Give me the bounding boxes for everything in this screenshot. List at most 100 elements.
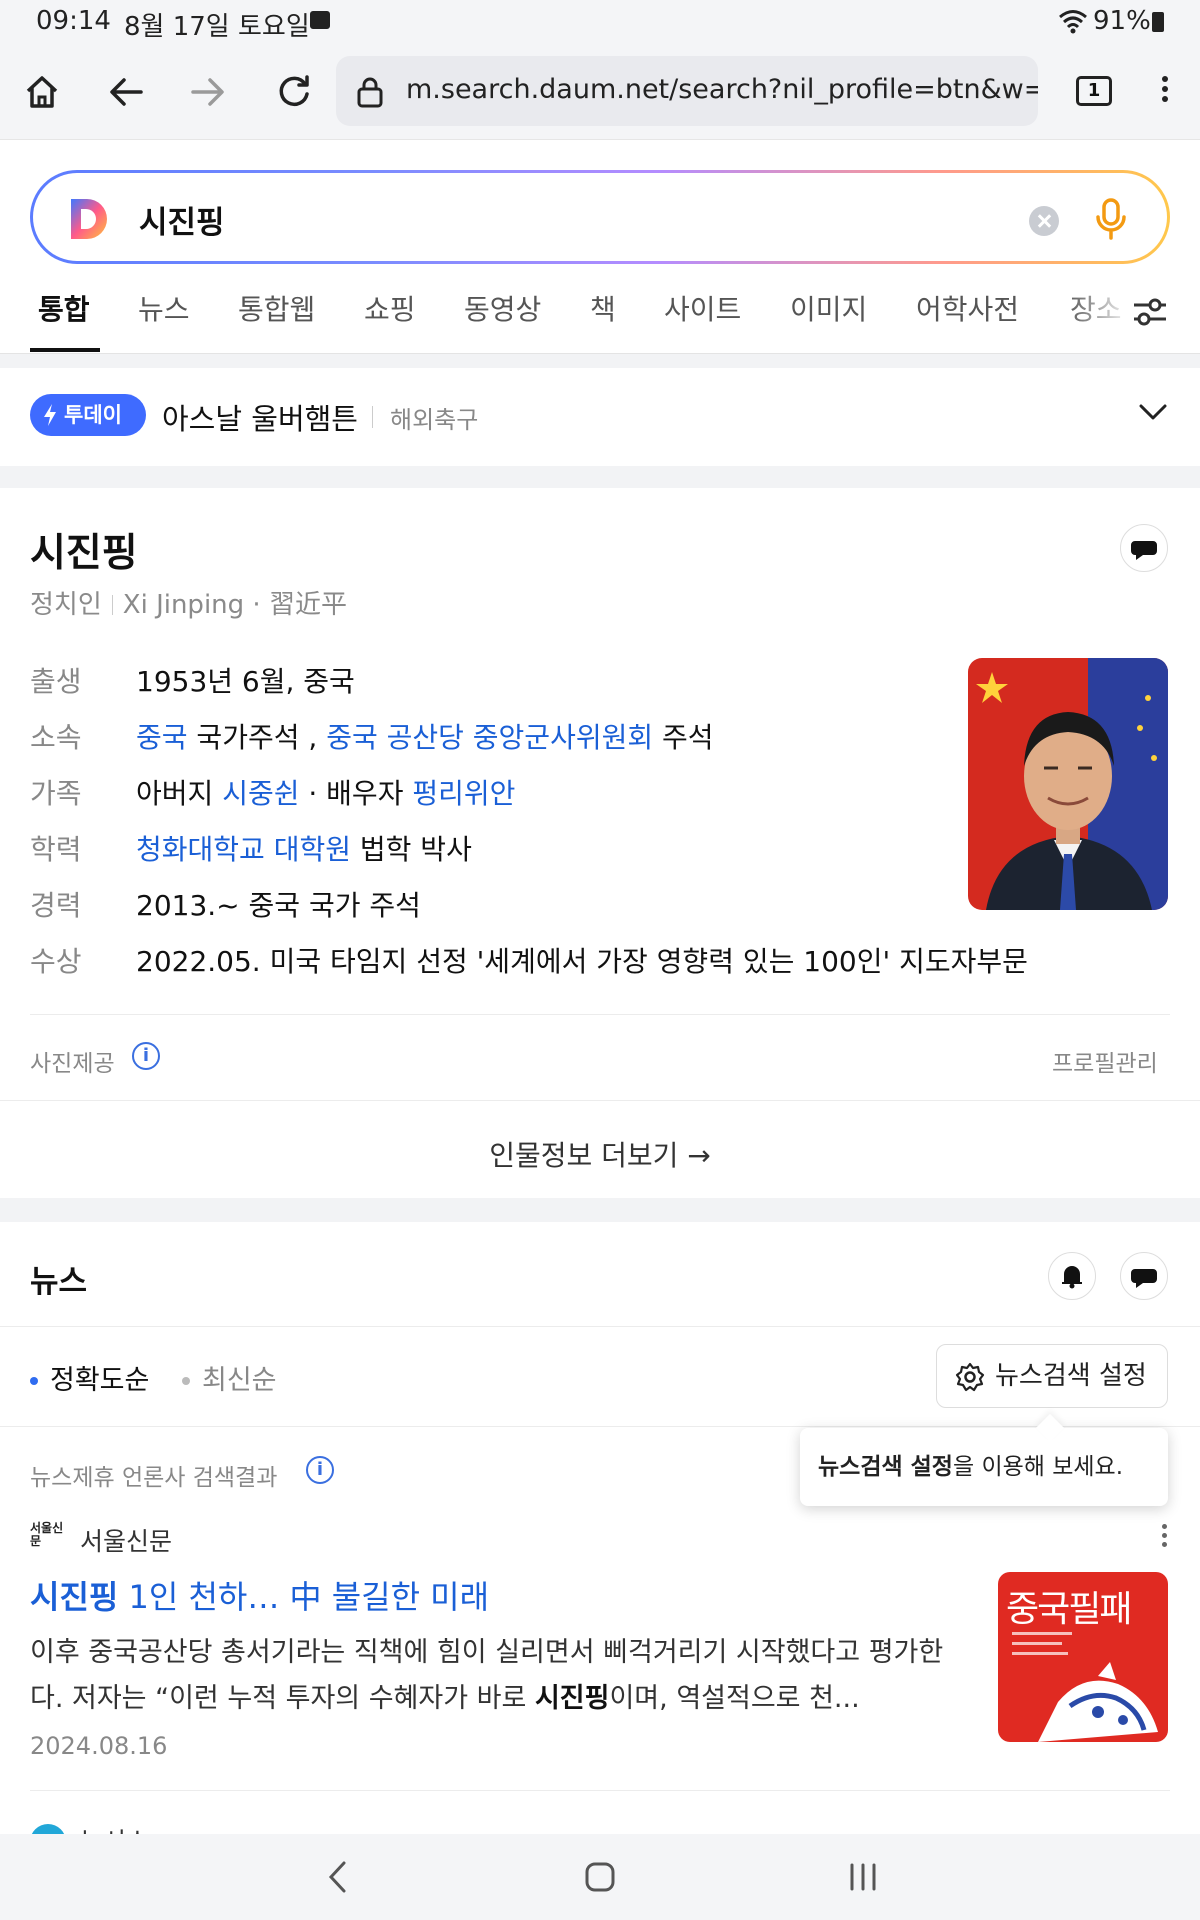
tab-news[interactable]: 뉴스	[138, 288, 190, 328]
search-input[interactable]: 시진핑	[139, 197, 225, 242]
info-row-birth: 출생 1953년 6월, 중국	[30, 660, 355, 700]
section-gap	[0, 354, 1200, 368]
status-bar: 09:14 8월 17일 토요일 91%	[0, 0, 1200, 44]
tab-shopping[interactable]: 쇼핑	[364, 288, 416, 328]
news-source-name[interactable]: 뉴시스	[80, 1822, 149, 1834]
microphone-icon[interactable]	[1095, 197, 1127, 241]
info-link[interactable]: 중국 공산당 중앙군사위원회	[326, 721, 653, 754]
tab-web[interactable]: 통합웹	[238, 288, 315, 328]
today-badge: 투데이	[30, 394, 146, 436]
profile-photo[interactable]	[968, 658, 1168, 910]
info-label: 학력	[30, 833, 82, 866]
source-logo	[30, 1824, 66, 1834]
tooltip-highlight: 뉴스검색 설정	[818, 1454, 953, 1480]
back-nav-icon[interactable]	[326, 1860, 350, 1894]
info-link[interactable]: 중국	[136, 721, 188, 754]
profile-occupation: 정치인	[30, 590, 102, 620]
info-value: 국가주석 ,	[187, 721, 327, 754]
tab-all[interactable]: 통합	[38, 288, 90, 328]
info-row-career: 경력 2013.~ 중국 국가 주석	[30, 884, 421, 924]
sort-accuracy-option[interactable]: 정확도순	[30, 1358, 149, 1397]
home-icon[interactable]	[20, 70, 64, 114]
sort-latest-option[interactable]: 최신순	[182, 1358, 277, 1397]
source-logo: 서울신문	[30, 1521, 64, 1548]
news-article-thumbnail[interactable]: 중국필패	[998, 1572, 1168, 1742]
divider	[30, 1014, 1170, 1015]
info-icon[interactable]: i	[306, 1456, 334, 1484]
today-topic[interactable]: 아스날 울버햄튼	[162, 396, 358, 438]
snippet-text: 이며, 역설적으로 천...	[609, 1683, 860, 1714]
home-nav-icon[interactable]	[584, 1860, 616, 1894]
info-label: 가족	[30, 777, 82, 810]
profile-manage-link[interactable]: 프로필관리	[1052, 1044, 1158, 1078]
news-article-title[interactable]: 시진핑 1인 천하… 中 불길한 미래	[30, 1572, 489, 1618]
forward-arrow-icon[interactable]	[186, 70, 230, 114]
person-info-more-link[interactable]: 인물정보 더보기 →	[0, 1134, 1200, 1174]
more-menu-icon[interactable]	[1160, 72, 1170, 112]
profile-romanized-name: Xi Jinping · 習近平	[122, 590, 347, 620]
recent-apps-icon[interactable]	[848, 1860, 878, 1894]
reload-icon[interactable]	[272, 70, 316, 114]
info-link[interactable]: 펑리위안	[412, 777, 515, 810]
info-link[interactable]: 청화대학교 대학원	[136, 833, 351, 866]
person-profile-card: 시진핑 정치인 Xi Jinping · 習近平 출생 1953년 6월, 중국 소…	[0, 488, 1200, 1198]
info-row-education: 학력 청화대학교 대학원 법학 박사	[30, 828, 472, 868]
info-value: 2022.05. 미국 타임지 선정 '세계에서 가장 영향력 있는 100인'…	[136, 945, 1028, 978]
news-search-settings-button[interactable]: 뉴스검색 설정	[936, 1344, 1168, 1408]
tab-video[interactable]: 동영상	[464, 288, 541, 328]
divider	[0, 1426, 1200, 1427]
comment-bubble-icon[interactable]	[1120, 1252, 1168, 1300]
tab-images[interactable]: 이미지	[790, 288, 867, 328]
address-bar[interactable]: m.search.daum.net/search?nil_profile=btn…	[336, 56, 1038, 126]
info-value: 1953년 6월, 중국	[136, 665, 355, 698]
today-badge-label: 투데이	[64, 403, 122, 427]
search-box[interactable]: 시진핑	[30, 170, 1170, 264]
title-highlight: 시진핑	[30, 1578, 119, 1616]
news-source-name[interactable]: 서울신문	[80, 1522, 172, 1558]
tab-count-button[interactable]: 1	[1076, 76, 1112, 106]
news-section: 뉴스 정확도순 최신순 뉴스검색 설정 뉴스제휴 언론사 검색결과 i 서울신문…	[0, 1222, 1200, 1834]
photo-credit-label: 사진제공	[30, 1051, 115, 1077]
more-options-icon[interactable]	[1160, 1520, 1168, 1556]
info-label: 경력	[30, 889, 82, 922]
tab-books[interactable]: 책	[590, 288, 616, 328]
clear-search-icon[interactable]	[1029, 206, 1059, 236]
image-notification-icon	[310, 11, 330, 29]
news-article-snippet: 이후 중국공산당 총서기라는 직책에 힘이 실리면서 삐걱거리기 시작했다고 평…	[30, 1630, 960, 1722]
info-value: 주석	[653, 721, 714, 754]
info-link[interactable]: 시중쉰	[222, 777, 299, 810]
info-icon[interactable]: i	[132, 1042, 160, 1070]
snippet-highlight: 시진핑	[534, 1683, 610, 1714]
filter-settings-icon[interactable]	[1130, 292, 1170, 332]
chevron-down-icon[interactable]	[1138, 402, 1168, 422]
bell-icon[interactable]	[1048, 1252, 1096, 1300]
title-text: 1인 천하… 中 불길한 미래	[118, 1578, 490, 1616]
divider	[30, 1790, 1170, 1791]
tab-fade	[1066, 282, 1132, 348]
info-row-affiliation: 소속 중국 국가주석 , 중국 공산당 중앙군사위원회 주석	[30, 716, 714, 756]
info-row-award: 수상 2022.05. 미국 타임지 선정 '세계에서 가장 영향력 있는 100…	[30, 940, 1028, 980]
info-label: 소속	[30, 721, 82, 754]
comment-bubble-icon[interactable]	[1120, 524, 1168, 572]
tab-dictionary[interactable]: 어학사전	[916, 288, 1019, 328]
tooltip-text: 을 이용해 보세요.	[952, 1454, 1124, 1480]
news-section-title: 뉴스	[30, 1264, 88, 1300]
active-tab-indicator	[30, 348, 100, 352]
tab-sites[interactable]: 사이트	[664, 288, 741, 328]
section-gap	[0, 466, 1200, 488]
lock-icon	[357, 77, 383, 108]
daum-logo-icon[interactable]	[69, 197, 109, 241]
system-navigation-bar	[0, 1834, 1200, 1920]
info-label: 출생	[30, 665, 82, 698]
battery-icon	[1152, 12, 1164, 32]
section-gap	[0, 1198, 1200, 1222]
divider	[0, 1326, 1200, 1327]
profile-name: 시진핑	[30, 531, 138, 576]
info-value: · 배우자	[299, 777, 413, 810]
today-trending-bar[interactable]: 투데이 아스날 울버햄튼 해외축구	[0, 368, 1200, 466]
info-value: 2013.~ 중국 국가 주석	[136, 889, 421, 922]
news-article-date: 2024.08.16	[30, 1732, 168, 1760]
profile-subtitle: 정치인 Xi Jinping · 習近平	[30, 584, 347, 621]
back-arrow-icon[interactable]	[104, 70, 148, 114]
gear-icon	[955, 1362, 985, 1392]
